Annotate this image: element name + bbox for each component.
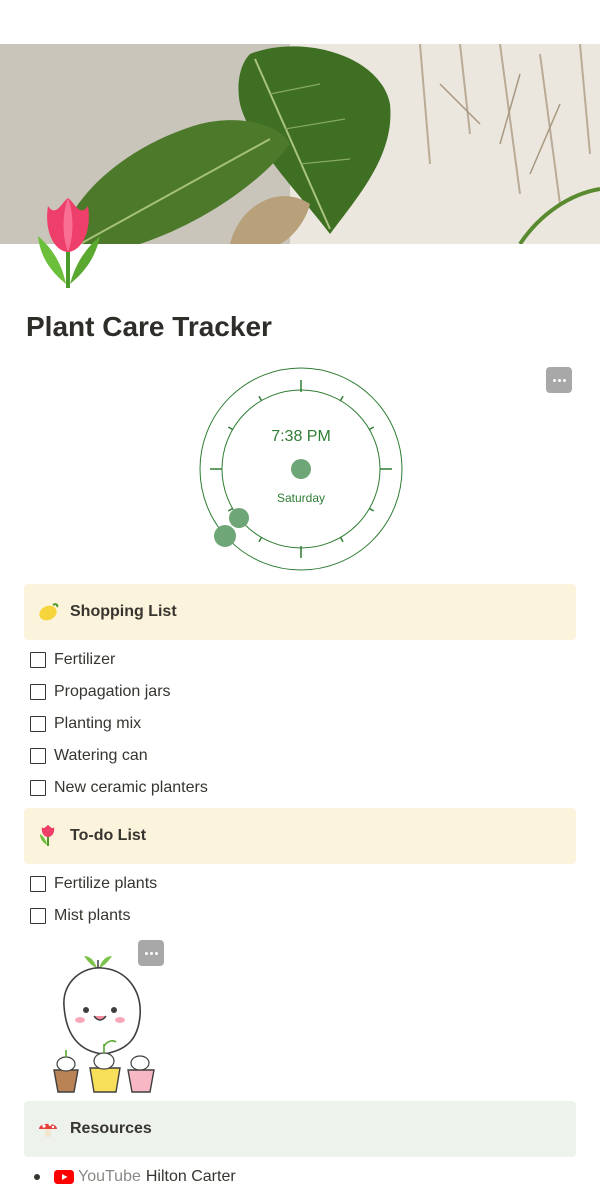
- todo-item-text: Fertilize plants: [54, 875, 158, 892]
- checkbox[interactable]: [30, 716, 46, 732]
- checkbox[interactable]: [30, 684, 46, 700]
- checkbox[interactable]: [30, 908, 46, 924]
- clock-face: [199, 367, 403, 571]
- checkbox[interactable]: [30, 748, 46, 764]
- shopping-list-callout: Shopping List: [24, 584, 576, 640]
- todo-item: Propagation jars: [30, 680, 171, 704]
- page-title: Plant Care Tracker: [26, 311, 272, 342]
- tulip-icon[interactable]: [30, 196, 110, 291]
- todo-item-text: New ceramic planters: [54, 779, 208, 796]
- checkbox[interactable]: [30, 652, 46, 668]
- link-source: YouTube: [78, 1168, 141, 1185]
- todo-item: Planting mix: [30, 712, 141, 736]
- todo-item-text: Watering can: [54, 747, 148, 764]
- clock-more-button[interactable]: [546, 367, 572, 393]
- clock-center-dot: [291, 459, 311, 479]
- shopping-list-heading: Shopping List: [70, 603, 177, 620]
- bullet-dot: [34, 1174, 40, 1180]
- youtube-icon: [54, 1170, 74, 1184]
- mushroom-icon: [36, 1117, 60, 1141]
- clock-minute-marker: [214, 525, 236, 547]
- resources-heading: Resources: [70, 1120, 152, 1137]
- todo-item: Mist plants: [30, 904, 130, 928]
- clock-day: Saturday: [276, 491, 326, 505]
- clock-widget: 7:38 PM Saturday: [196, 366, 406, 576]
- resource-link[interactable]: Hilton Carter: [146, 1168, 236, 1186]
- todo-item: Fertilizer: [30, 648, 115, 672]
- clock-hour-marker: [229, 508, 249, 528]
- tulip-icon: [36, 824, 60, 848]
- gardening-character-sticker: [44, 946, 164, 1096]
- todo-item-text: Fertilizer: [54, 651, 116, 668]
- todo-item: Fertilize plants: [30, 872, 157, 896]
- checkbox[interactable]: [30, 780, 46, 796]
- todo-item: Watering can: [30, 744, 148, 768]
- todo-item: New ceramic planters: [30, 776, 208, 800]
- todo-list-heading: To-do List: [70, 827, 147, 844]
- clock-time: 7:38 PM: [271, 428, 331, 445]
- todo-list-callout: To-do List: [24, 808, 576, 864]
- todo-item-text: Planting mix: [54, 715, 142, 732]
- list-item: YouTube Hilton Carter: [34, 1164, 236, 1190]
- resources-callout: Resources: [24, 1101, 576, 1157]
- todo-item-text: Propagation jars: [54, 683, 171, 700]
- lemon-icon: [36, 600, 60, 624]
- checkbox[interactable]: [30, 876, 46, 892]
- todo-item-text: Mist plants: [54, 907, 131, 924]
